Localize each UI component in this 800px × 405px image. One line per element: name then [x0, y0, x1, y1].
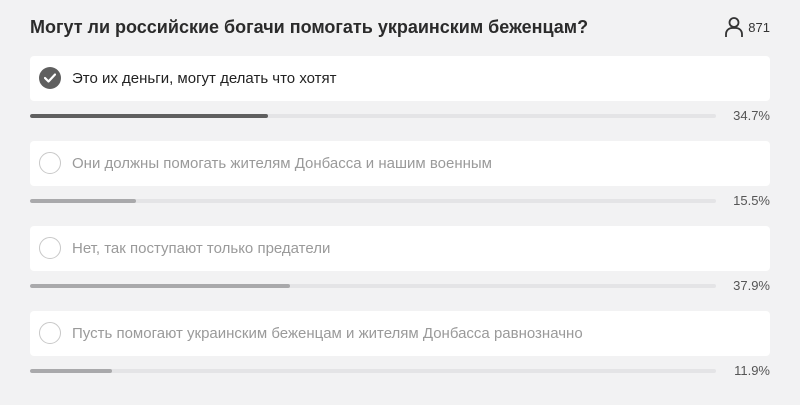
radio-indicator: [39, 67, 61, 89]
poll-header: Могут ли российские богачи помогать укра…: [30, 14, 770, 42]
result-percent: 37.9%: [733, 278, 770, 293]
result-percent: 11.9%: [734, 363, 770, 378]
result-bar-track: [30, 199, 716, 203]
radio-indicator: [39, 322, 61, 344]
voters-counter: 871: [724, 14, 770, 40]
poll-widget: Могут ли российские богачи помогать укра…: [0, 0, 800, 405]
checkmark-icon: [44, 73, 56, 83]
result-bar-track: [30, 284, 716, 288]
radio-indicator: [39, 237, 61, 259]
poll-option-button[interactable]: Нет, так поступают только предатели: [30, 226, 770, 271]
result-bar-fill: [30, 114, 269, 118]
poll-option-button[interactable]: Пусть помогают украинским беженцам и жит…: [30, 311, 770, 356]
poll-option-label: Нет, так поступают только предатели: [72, 240, 331, 257]
user-icon: [724, 16, 744, 38]
result-percent: 15.5%: [733, 193, 770, 208]
result-bar-fill: [30, 369, 112, 373]
result-bar-fill: [30, 199, 137, 203]
result-bar-track: [30, 114, 716, 118]
poll-option-label: Они должны помогать жителям Донбасса и н…: [72, 155, 492, 172]
voters-count: 871: [748, 19, 770, 35]
poll-option-label: Пусть помогают украинским беженцам и жит…: [72, 325, 583, 342]
poll-option-button[interactable]: Они должны помогать жителям Донбасса и н…: [30, 141, 770, 186]
result-bar-fill: [30, 284, 290, 288]
poll-question: Могут ли российские богачи помогать укра…: [30, 17, 589, 37]
radio-indicator: [39, 152, 61, 174]
result-bar-track: [30, 369, 716, 373]
poll-option-button[interactable]: Это их деньги, могут делать что хотят: [30, 56, 770, 101]
result-percent: 34.7%: [733, 108, 770, 123]
poll-option-label: Это их деньги, могут делать что хотят: [72, 70, 337, 87]
